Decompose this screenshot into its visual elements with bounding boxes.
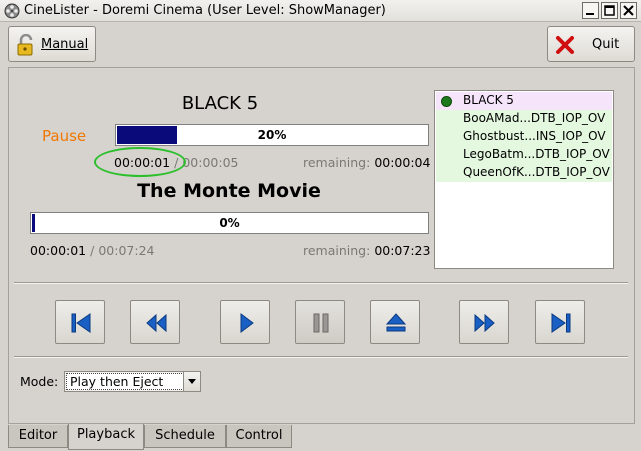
playlist-item-label: QueenOfK...DTB_IOP_OV	[463, 165, 610, 179]
fast-forward-icon	[474, 313, 495, 333]
playlist-item-label: LegoBatm...DTB_IOP_OV	[463, 147, 610, 161]
title-bar: CineLister - Doremi Cinema (User Level: …	[0, 0, 641, 22]
mode-label: Mode:	[20, 374, 59, 389]
movie-remaining-time: remaining: 00:07:23	[303, 243, 430, 258]
playlist[interactable]: BLACK 5 BooAMad...DTB_IOP_OV Ghostbust..…	[434, 90, 614, 269]
quit-label: Quit	[592, 37, 620, 52]
elapsed-highlight-ellipse	[94, 147, 186, 177]
movie-elapsed-time: 00:00:01 / 00:07:24	[30, 243, 154, 258]
movie-remaining-label: remaining:	[303, 243, 371, 258]
tab-schedule[interactable]: Schedule	[144, 425, 226, 448]
playlist-item-label: BLACK 5	[463, 93, 514, 107]
skip-to-end-button[interactable]	[535, 300, 585, 344]
mode-selected-value: Play then Eject	[66, 373, 184, 390]
show-progress-label: 20%	[257, 128, 287, 142]
skip-to-start-icon	[71, 313, 91, 333]
manual-button[interactable]: Manual	[8, 26, 96, 62]
tab-editor[interactable]: Editor	[8, 425, 68, 448]
close-button[interactable]	[620, 2, 637, 19]
playlist-item-label: BooAMad...DTB_IOP_OV	[463, 111, 606, 125]
now-playing-icon	[441, 96, 452, 107]
mode-dropdown[interactable]: Play then Eject	[64, 371, 201, 392]
minimize-button[interactable]	[582, 2, 599, 19]
red-x-icon	[556, 36, 574, 54]
divider	[14, 356, 628, 358]
show-total: 00:00:05	[182, 155, 239, 170]
playlist-item[interactable]: BLACK 5	[436, 92, 612, 110]
divider	[14, 282, 628, 284]
movie-progress-label: 0%	[219, 216, 240, 230]
fast-forward-button[interactable]	[459, 300, 509, 344]
rewind-icon	[146, 313, 167, 333]
pause-icon	[313, 313, 329, 333]
film-reel-icon	[4, 3, 20, 19]
movie-title: The Monte Movie	[137, 180, 321, 202]
show-remaining: 00:00:04	[374, 155, 431, 170]
rewind-button[interactable]	[130, 300, 180, 344]
skip-to-end-icon	[551, 313, 571, 333]
eject-icon	[385, 313, 407, 332]
playlist-item-label: Ghostbust...INS_IOP_OV	[463, 129, 606, 143]
movie-total: 00:07:24	[98, 243, 155, 258]
maximize-icon	[604, 5, 615, 16]
chevron-down-icon	[188, 379, 196, 384]
quit-button[interactable]: Quit	[547, 26, 635, 62]
playback-state: Pause	[42, 127, 87, 145]
playlist-item[interactable]: BooAMad...DTB_IOP_OV	[436, 110, 612, 128]
skip-to-start-button[interactable]	[55, 300, 105, 344]
pause-button[interactable]	[295, 300, 345, 344]
playlist-item[interactable]: Ghostbust...INS_IOP_OV	[436, 128, 612, 146]
play-button[interactable]	[220, 300, 270, 344]
show-title: BLACK 5	[181, 93, 259, 114]
tab-playback[interactable]: Playback	[68, 424, 144, 450]
playlist-item[interactable]: LegoBatm...DTB_IOP_OV	[436, 146, 612, 164]
maximize-button[interactable]	[601, 2, 618, 19]
movie-elapsed: 00:00:01	[30, 243, 87, 258]
show-progress-bar: 20%	[115, 124, 429, 146]
dropdown-arrow-button[interactable]	[183, 372, 200, 391]
playlist-item[interactable]: QueenOfK...DTB_IOP_OV	[436, 164, 612, 182]
tab-control[interactable]: Control	[226, 425, 292, 448]
movie-time-separator: /	[90, 243, 95, 258]
unlocked-padlock-icon	[17, 34, 33, 56]
play-icon	[240, 313, 254, 333]
show-remaining-time: remaining: 00:00:04	[303, 155, 430, 170]
manual-label: Manual	[41, 37, 89, 52]
movie-progress-bar: 0%	[30, 212, 429, 234]
window-title: CineLister - Doremi Cinema (User Level: …	[24, 3, 386, 18]
movie-remaining: 00:07:23	[374, 243, 431, 258]
show-remaining-label: remaining:	[303, 155, 371, 170]
close-icon	[623, 5, 634, 16]
eject-button[interactable]	[370, 300, 420, 344]
minimize-icon	[586, 13, 594, 15]
